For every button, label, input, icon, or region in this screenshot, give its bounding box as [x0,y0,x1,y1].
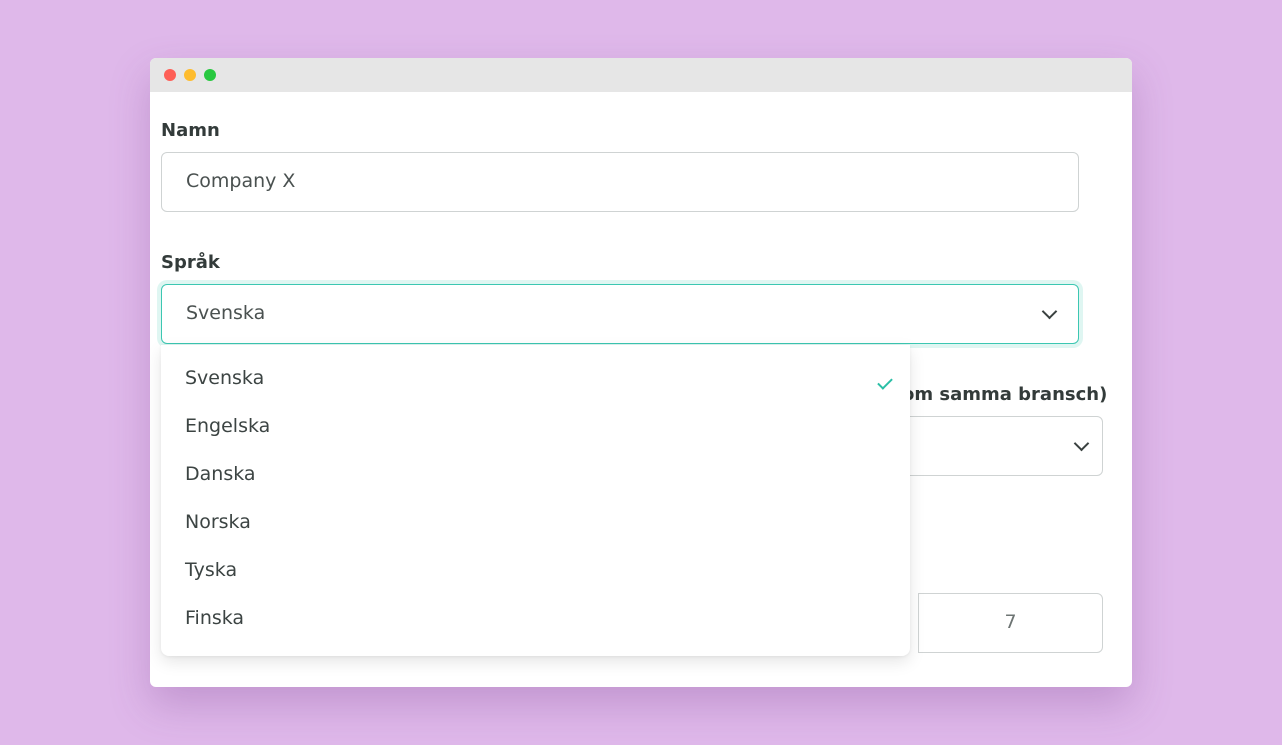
app-window: Namn Company X om samma bransch) 7 Språk… [150,58,1132,687]
language-option[interactable]: Tyska [185,559,237,581]
language-label: Språk [161,252,220,273]
name-input[interactable]: Company X [161,152,1079,212]
language-option[interactable]: Engelska [185,415,270,437]
maximize-window-button[interactable] [204,69,216,81]
name-input-value: Company X [186,170,296,192]
language-dropdown-menu: Svenska Engelska Danska Norska Tyska Fin… [161,345,910,656]
language-option[interactable]: Norska [185,511,251,533]
minimize-window-button[interactable] [184,69,196,81]
industry-label: om samma bransch) [902,384,1108,405]
language-option[interactable]: Finska [185,607,244,629]
chevron-down-icon [1073,435,1090,452]
close-window-button[interactable] [164,69,176,81]
language-option[interactable]: Svenska [185,367,895,389]
option-label: Svenska [185,367,265,389]
language-select-value: Svenska [186,302,266,324]
number-field[interactable]: 7 [918,593,1103,653]
option-label: Engelska [185,415,271,437]
name-label: Namn [161,120,220,141]
option-label: Danska [185,463,256,485]
option-label: Finska [185,607,245,629]
language-select[interactable]: Svenska [161,284,1079,344]
option-label: Norska [185,511,251,533]
chevron-down-icon [1041,303,1058,320]
number-field-value: 7 [1004,611,1017,633]
language-option[interactable]: Danska [185,463,256,485]
option-label: Tyska [185,559,238,581]
window-titlebar [150,58,1132,92]
